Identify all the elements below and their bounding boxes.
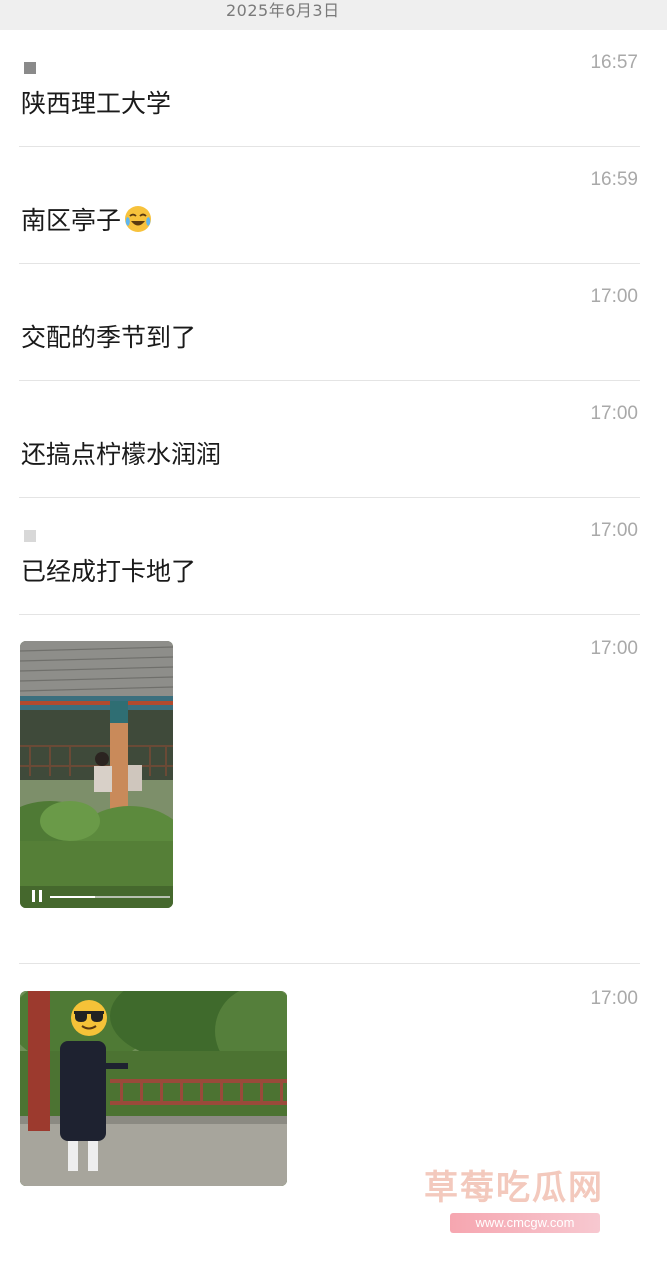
list-item[interactable]: 17:00 交配的季节到了: [0, 264, 667, 381]
photo-thumbnail[interactable]: [20, 991, 287, 1186]
message-time: 16:57: [590, 52, 638, 73]
video-frame: [20, 641, 173, 908]
message-text: 陕西理工大学: [21, 89, 172, 118]
message-text: 还搞点柠檬水润润: [21, 440, 222, 469]
message-text: 交配的季节到了: [21, 323, 197, 352]
message-time: 17:00: [590, 638, 638, 659]
date-header: 2025年6月3日: [0, 0, 667, 30]
list-item[interactable]: 16:57 陕西理工大学: [0, 30, 667, 147]
divider: [19, 614, 640, 615]
message-text: 已经成打卡地了: [21, 557, 197, 586]
watermark-title: 草莓吃瓜网: [424, 1168, 604, 1208]
avatar: [24, 62, 36, 74]
list-item[interactable]: 16:59 南区亭子: [0, 147, 667, 264]
message-time: 17:00: [590, 988, 638, 1009]
list-item[interactable]: 17:00 还搞点柠檬水润润: [0, 381, 667, 498]
photo-image: [20, 991, 287, 1186]
crying-laughing-face-icon: [125, 206, 152, 232]
pause-icon[interactable]: [30, 889, 44, 903]
watermark-url: www.cmcgw.com: [450, 1213, 600, 1233]
video-thumbnail[interactable]: [20, 641, 173, 908]
message-list: 16:57 陕西理工大学 16:59 南区亭子 17:00 交配的季节到了 17…: [0, 30, 667, 615]
message-time: 17:00: [590, 403, 638, 424]
list-item[interactable]: 17:00 已经成打卡地了: [0, 498, 667, 615]
divider: [19, 963, 640, 964]
sunglasses-emoji-icon: [71, 1000, 107, 1036]
message-time: 17:00: [590, 520, 638, 541]
avatar: [24, 530, 36, 542]
message-time: 16:59: [590, 169, 638, 190]
message-time: 17:00: [590, 286, 638, 307]
message-text-wrapper: 南区亭子: [21, 201, 153, 237]
date-label: 2025年6月3日: [226, 1, 340, 20]
message-text: 南区亭子: [21, 206, 122, 235]
